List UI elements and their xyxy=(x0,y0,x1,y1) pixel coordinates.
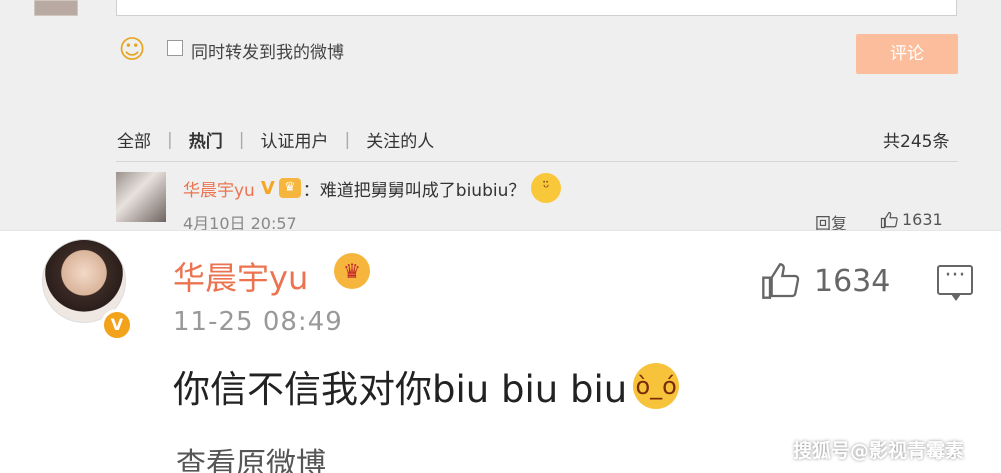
crown-badge-icon: ♛ xyxy=(334,253,370,289)
tab-hot[interactable]: 热门 xyxy=(189,127,223,152)
verified-icon: V xyxy=(260,177,275,199)
comment-text: ：难道把舅舅叫成了biubiu？ xyxy=(302,180,526,201)
tab-separator: | xyxy=(344,129,351,150)
mobile-comment-panel: V 华晨宇yu ♛ 11-25 08:49 1634 ··· 你信不信我对你bi… xyxy=(0,230,1001,473)
tab-all[interactable]: 全部 xyxy=(117,127,151,152)
tab-separator: | xyxy=(238,129,245,150)
comment-filter-tabs: 全部 | 热门 | 认证用户 | 关注的人 xyxy=(117,127,434,153)
like-count: 1631 xyxy=(902,210,943,229)
thumbs-up-icon xyxy=(880,211,898,228)
like-button[interactable]: 1631 xyxy=(880,210,943,229)
view-original-link[interactable]: 查看原微博 xyxy=(176,439,326,473)
tab-following[interactable]: 关注的人 xyxy=(366,127,434,152)
tab-separator: | xyxy=(167,129,173,150)
comment-line: 华晨宇yu V ♛ ：难道把舅舅叫成了biubiu？ ᵕ̈ xyxy=(183,173,562,203)
repost-label: 同时转发到我的微博 xyxy=(191,43,344,63)
comment-time: 11-25 08:49 xyxy=(173,307,343,337)
tab-verified-users[interactable]: 认证用户 xyxy=(260,127,328,152)
comment-text: 你信不信我对你biu biu biu xyxy=(173,368,628,411)
like-count: 1634 xyxy=(814,263,891,299)
verified-icon: V xyxy=(101,309,133,341)
comment-text-line: 你信不信我对你biu biu biu ò_ó xyxy=(173,359,680,413)
watermark: 搜狐号@影视青霉素 xyxy=(793,440,965,462)
angry-face-emoji-icon: ò_ó xyxy=(633,363,680,409)
user-avatar xyxy=(34,0,78,16)
crown-badge-icon: ♛ xyxy=(278,178,301,198)
commenter-name[interactable]: 华晨宇yu xyxy=(173,253,308,299)
commenter-avatar[interactable] xyxy=(116,172,166,222)
commenter-name[interactable]: 华晨宇yu xyxy=(183,176,255,201)
comment-bubble-icon[interactable]: ··· xyxy=(937,265,973,301)
web-comment-panel: ☺ 同时转发到我的微博 评论 全部 | 热门 | 认证用户 | 关注的人 共24… xyxy=(0,0,1001,233)
smiley-face-icon[interactable]: ☺ xyxy=(118,36,146,64)
face-emoji-icon: ᵕ̈ xyxy=(531,173,562,203)
repost-checkbox[interactable] xyxy=(167,40,183,56)
like-button[interactable]: 1634 xyxy=(760,261,890,301)
comment-input[interactable] xyxy=(116,0,957,16)
divider xyxy=(116,161,958,162)
thumbs-up-icon xyxy=(762,263,800,299)
total-comment-count: 共245条 xyxy=(883,132,950,152)
comment-button[interactable]: 评论 xyxy=(856,34,958,74)
